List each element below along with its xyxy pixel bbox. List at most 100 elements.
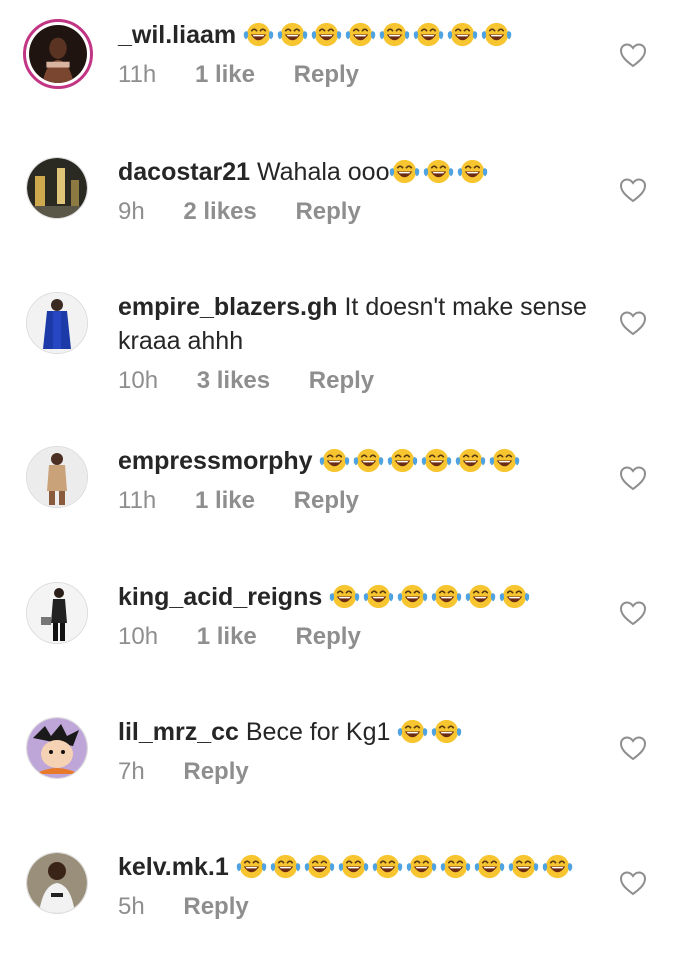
comment-username[interactable]: lil_mrz_cc [118, 718, 239, 746]
avatar[interactable] [26, 446, 88, 508]
comment-message: Bece for Kg1 [245, 718, 391, 746]
avatar-image [27, 293, 87, 353]
reply-button[interactable]: Reply [295, 623, 360, 650]
avatar-photo-icon [27, 583, 87, 643]
face-with-tears-of-joy-icon [465, 582, 496, 611]
face-with-tears-of-joy-icon [440, 852, 471, 881]
reply-button[interactable]: Reply [294, 61, 359, 88]
avatar-image [27, 583, 87, 643]
avatar[interactable] [26, 717, 88, 779]
face-with-tears-of-joy-icon [319, 446, 350, 475]
face-with-tears-of-joy-icon [387, 446, 418, 475]
heart-outline-icon[interactable] [619, 600, 647, 626]
comment-time: 11h [118, 487, 157, 514]
comment-likes[interactable]: 1 like [195, 61, 255, 88]
comment-time: 10h [118, 623, 159, 650]
emoji-group [329, 583, 533, 611]
heart-outline-icon[interactable] [619, 735, 647, 761]
face-with-tears-of-joy-icon [236, 852, 267, 881]
comment-text: lil_mrz_cc Bece for Kg1 [118, 715, 608, 749]
comment-likes[interactable]: 1 like [195, 487, 255, 514]
emoji-group [243, 21, 515, 49]
comment-message: Wahala ooo [256, 158, 390, 186]
comment-item: empire_blazers.gh It doesn't make sense … [0, 290, 675, 400]
avatar-photo-icon [27, 853, 87, 913]
avatar-image [27, 158, 87, 218]
comment-meta: 10h 3 likes Reply [118, 366, 608, 396]
avatar[interactable] [26, 852, 88, 914]
reply-button[interactable]: Reply [183, 758, 248, 785]
comment-meta: 10h 1 like Reply [118, 622, 608, 652]
comment-username[interactable]: kelv.mk.1 [118, 853, 229, 881]
avatar[interactable] [26, 582, 88, 644]
comment-username[interactable]: dacostar21 [118, 158, 250, 186]
comment-text: empire_blazers.gh It doesn't make sense … [118, 290, 608, 358]
comment-time: 5h [118, 893, 145, 920]
emoji-group [389, 158, 491, 186]
heart-outline-icon[interactable] [619, 177, 647, 203]
face-with-tears-of-joy-icon [481, 20, 512, 49]
face-with-tears-of-joy-icon [455, 446, 486, 475]
comment-time: 7h [118, 758, 145, 785]
avatar-photo-icon [27, 293, 87, 353]
comment-time: 11h [118, 61, 157, 88]
avatar[interactable] [26, 157, 88, 219]
comment-username[interactable]: empire_blazers.gh [118, 293, 338, 321]
reply-button[interactable]: Reply [309, 367, 374, 394]
face-with-tears-of-joy-icon [243, 20, 274, 49]
comment-body: king_acid_reigns 10h 1 like Reply [118, 580, 608, 652]
face-with-tears-of-joy-icon [397, 717, 428, 746]
comment-likes[interactable]: 3 likes [197, 367, 270, 394]
face-with-tears-of-joy-icon [397, 582, 428, 611]
face-with-tears-of-joy-icon [363, 582, 394, 611]
face-with-tears-of-joy-icon [421, 446, 452, 475]
comment-username[interactable]: empressmorphy [118, 447, 313, 475]
avatar-image [29, 25, 87, 83]
comment-username[interactable]: _wil.liaam [118, 21, 236, 49]
heart-outline-icon[interactable] [619, 42, 647, 68]
comment-time: 10h [118, 367, 159, 394]
heart-outline-icon[interactable] [619, 870, 647, 896]
comment-likes[interactable]: 1 like [197, 623, 257, 650]
face-with-tears-of-joy-icon [345, 20, 376, 49]
reply-button[interactable]: Reply [294, 487, 359, 514]
reply-button[interactable]: Reply [183, 893, 248, 920]
comment-item: _wil.liaam 11h 1 like Reply [0, 18, 675, 128]
face-with-tears-of-joy-icon [338, 852, 369, 881]
comment-likes[interactable]: 2 likes [183, 198, 256, 225]
face-with-tears-of-joy-icon [304, 852, 335, 881]
comment-body: empressmorphy 11h 1 like Reply [118, 444, 608, 516]
face-with-tears-of-joy-icon [542, 852, 573, 881]
comment-meta: 7h Reply [118, 757, 608, 787]
face-with-tears-of-joy-icon [489, 446, 520, 475]
comment-body: empire_blazers.gh It doesn't make sense … [118, 290, 608, 396]
face-with-tears-of-joy-icon [457, 157, 488, 186]
face-with-tears-of-joy-icon [329, 582, 360, 611]
heart-outline-icon[interactable] [619, 465, 647, 491]
avatar-image [27, 447, 87, 507]
comment-meta: 5h Reply [118, 892, 608, 922]
face-with-tears-of-joy-icon [277, 20, 308, 49]
face-with-tears-of-joy-icon [406, 852, 437, 881]
face-with-tears-of-joy-icon [311, 20, 342, 49]
comment-list: _wil.liaam 11h 1 like Reply dacostar21 W… [0, 0, 675, 954]
avatar[interactable] [23, 19, 93, 89]
avatar[interactable] [26, 292, 88, 354]
comment-meta: 11h 1 like Reply [118, 486, 608, 516]
reply-button[interactable]: Reply [295, 198, 360, 225]
face-with-tears-of-joy-icon [372, 852, 403, 881]
comment-meta: 11h 1 like Reply [118, 60, 608, 90]
face-with-tears-of-joy-icon [474, 852, 505, 881]
face-with-tears-of-joy-icon [389, 157, 420, 186]
comment-item: kelv.mk.1 5h Reply [0, 850, 675, 960]
heart-outline-icon[interactable] [619, 310, 647, 336]
avatar-image [27, 853, 87, 913]
comment-item: lil_mrz_cc Bece for Kg1 7h Reply [0, 715, 675, 825]
comment-item: dacostar21 Wahala ooo 9h 2 likes Reply [0, 155, 675, 265]
comment-text: dacostar21 Wahala ooo [118, 155, 608, 189]
face-with-tears-of-joy-icon [379, 20, 410, 49]
comment-username[interactable]: king_acid_reigns [118, 583, 322, 611]
comment-time: 9h [118, 198, 145, 225]
face-with-tears-of-joy-icon [423, 157, 454, 186]
face-with-tears-of-joy-icon [499, 582, 530, 611]
